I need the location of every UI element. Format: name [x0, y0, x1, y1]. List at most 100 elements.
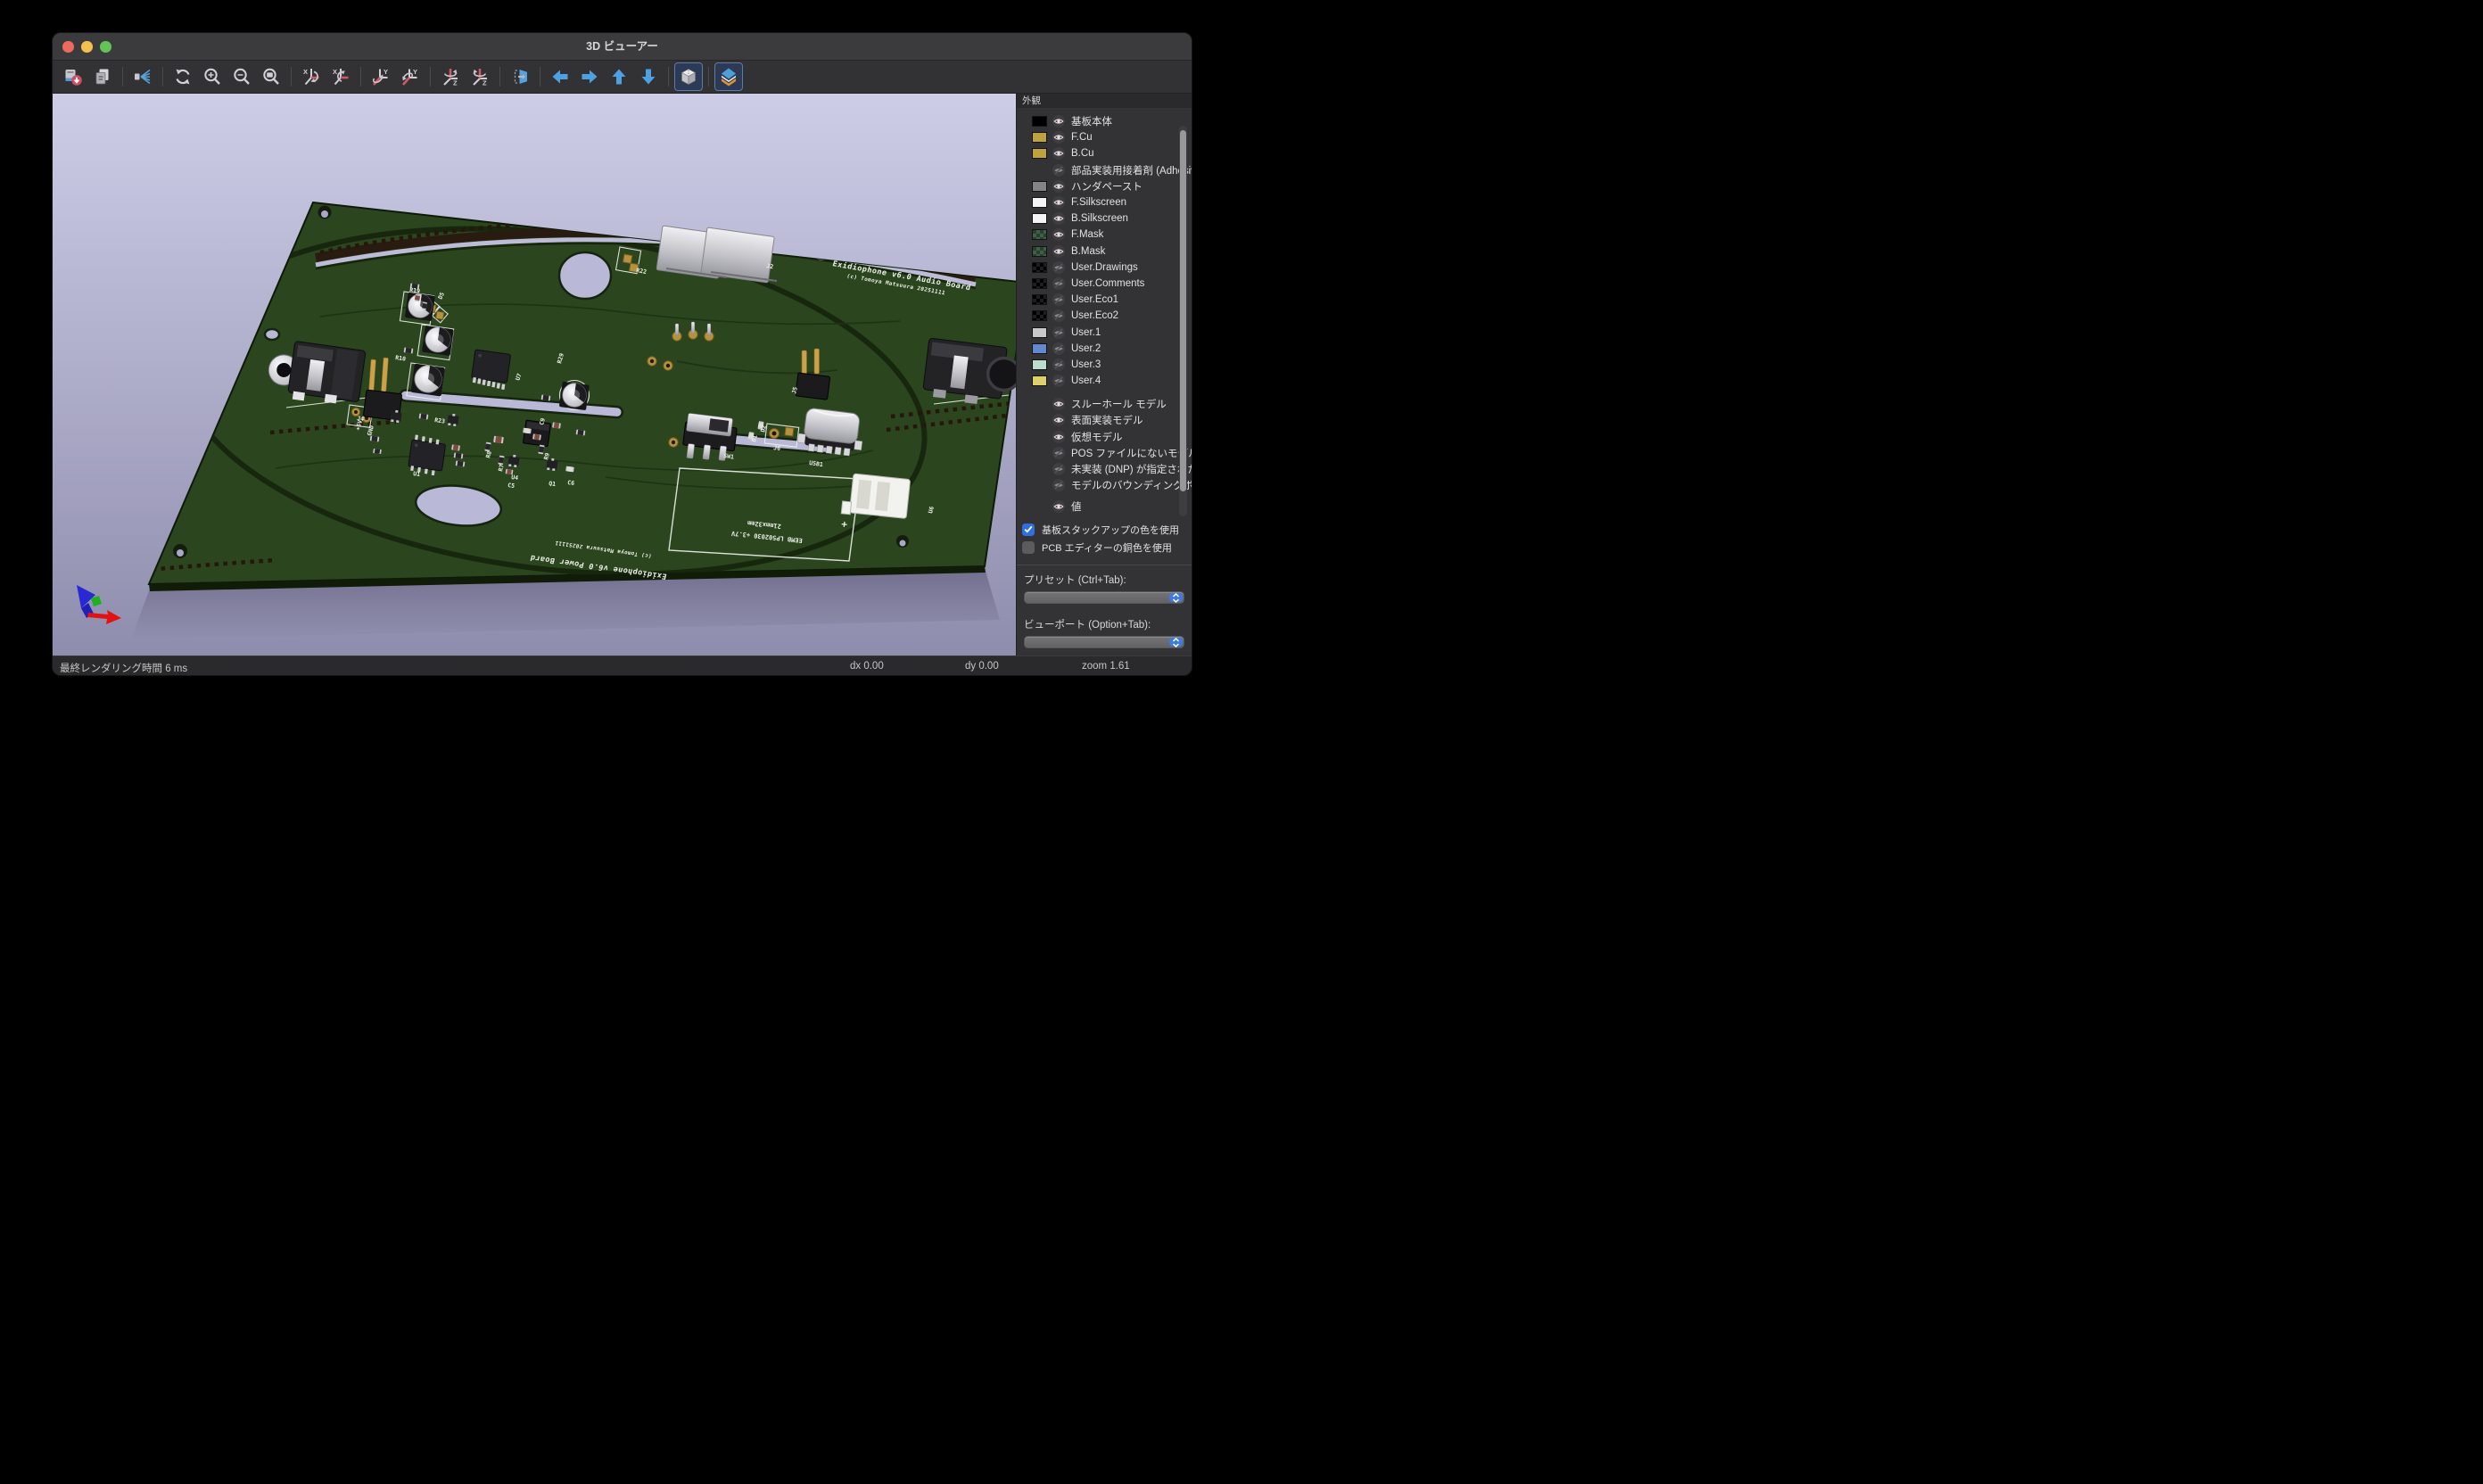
layer-row-B.Silkscreen[interactable]: B.Silkscreen: [1017, 210, 1192, 227]
visibility-on-eye-icon[interactable]: [1052, 228, 1065, 241]
refresh-view-button[interactable]: [169, 62, 197, 91]
visibility-off-eye-icon[interactable]: [1052, 359, 1065, 371]
scrollbar[interactable]: [1179, 126, 1187, 516]
layer-label: モデルのバウンディングボックス: [1071, 478, 1192, 492]
stepper-icon[interactable]: [1169, 593, 1183, 602]
stepper-icon[interactable]: [1169, 638, 1183, 647]
visibility-on-eye-icon[interactable]: [1052, 212, 1065, 225]
layer-color-swatch[interactable]: [1032, 310, 1047, 321]
layer-color-swatch[interactable]: [1032, 359, 1047, 370]
copy-image-button[interactable]: [88, 62, 117, 91]
layer-row-User.3[interactable]: User.3: [1017, 357, 1192, 373]
layer-row--Adhesive-[interactable]: 部品実装用接着剤 (Adhesive): [1017, 162, 1192, 178]
visibility-off-eye-icon[interactable]: [1052, 164, 1065, 177]
scrollbar-thumb[interactable]: [1180, 130, 1186, 491]
flip-board-button[interactable]: [506, 62, 534, 91]
visibility-off-eye-icon[interactable]: [1052, 375, 1065, 387]
visibility-on-eye-icon[interactable]: [1052, 115, 1065, 128]
use-stackup-colors-row[interactable]: 基板スタックアップの色を使用: [1017, 521, 1192, 539]
use-pcb-editor-copper-row[interactable]: PCB エディターの銅色を使用: [1017, 539, 1192, 556]
list-gap: [1017, 389, 1192, 396]
layer-color-swatch[interactable]: [1032, 148, 1047, 159]
visibility-on-eye-icon[interactable]: [1052, 131, 1065, 144]
zoom-out-button[interactable]: [227, 62, 256, 91]
layer-row-F.Silkscreen[interactable]: F.Silkscreen: [1017, 194, 1192, 210]
visibility-off-eye-icon[interactable]: [1052, 479, 1065, 491]
layer-color-swatch[interactable]: [1032, 294, 1047, 305]
model-row--DNP-[interactable]: 未実装 (DNP) が指定されたモデル: [1017, 461, 1192, 477]
3d-viewport-canvas[interactable]: Exidiophone v6.0 Audio Board (c) Tomoya …: [53, 94, 1017, 655]
visibility-off-eye-icon[interactable]: [1052, 463, 1065, 475]
model-row--[interactable]: 表面実装モデル: [1017, 412, 1192, 428]
layer-color-swatch[interactable]: [1032, 213, 1047, 224]
reload-board-button[interactable]: [59, 62, 87, 91]
layer-row-User.Drawings[interactable]: User.Drawings: [1017, 260, 1192, 276]
zoom-to-fit-button[interactable]: [257, 62, 285, 91]
visibility-on-eye-icon[interactable]: [1052, 414, 1065, 426]
preset-combobox[interactable]: [1024, 591, 1184, 604]
move-right-button[interactable]: [575, 62, 604, 91]
rotate-y-clockwise-button[interactable]: Y: [367, 62, 395, 91]
viewport-combobox[interactable]: [1024, 636, 1184, 648]
layer-row-User.Eco2[interactable]: User.Eco2: [1017, 308, 1192, 324]
model-row--[interactable]: 仮想モデル: [1017, 429, 1192, 445]
orthographic-projection-toggle[interactable]: [674, 62, 703, 91]
model-row-POS-[interactable]: POS ファイルにないモデル: [1017, 445, 1192, 461]
layer-color-swatch[interactable]: [1032, 181, 1047, 192]
svg-text:Z: Z: [483, 79, 487, 87]
raytracing-button[interactable]: [128, 62, 157, 91]
layer-row-B.Cu[interactable]: B.Cu: [1017, 145, 1192, 161]
layer-color-swatch[interactable]: [1032, 229, 1047, 240]
layer-row--[interactable]: ハンダペースト: [1017, 178, 1192, 194]
layer-row-User.Comments[interactable]: User.Comments: [1017, 276, 1192, 292]
visibility-off-eye-icon[interactable]: [1052, 447, 1065, 459]
rotate-z-clockwise-button[interactable]: Z: [436, 62, 465, 91]
layer-row-User.4[interactable]: User.4: [1017, 373, 1192, 389]
move-left-button[interactable]: [546, 62, 574, 91]
visibility-off-eye-icon[interactable]: [1052, 342, 1065, 355]
preset-label: プリセット (Ctrl+Tab):: [1017, 566, 1192, 590]
model-row--[interactable]: モデルのバウンディングボックス: [1017, 477, 1192, 493]
visibility-on-eye-icon[interactable]: [1052, 196, 1065, 209]
rotate-x-counterclockwise-button[interactable]: X: [326, 62, 355, 91]
layer-color-swatch[interactable]: [1032, 132, 1047, 143]
zoom-in-button[interactable]: [198, 62, 227, 91]
rotate-y-counterclockwise-button[interactable]: Y: [396, 62, 425, 91]
layer-row-User.2[interactable]: User.2: [1017, 341, 1192, 357]
layer-row-User.1[interactable]: User.1: [1017, 324, 1192, 340]
layer-color-swatch[interactable]: [1032, 116, 1047, 127]
model-row--[interactable]: スルーホール モデル: [1017, 396, 1192, 412]
visibility-off-eye-icon[interactable]: [1052, 309, 1065, 322]
visibility-off-eye-icon[interactable]: [1052, 277, 1065, 290]
layer-row-B.Mask[interactable]: B.Mask: [1017, 243, 1192, 260]
layer-row-User.Eco1[interactable]: User.Eco1: [1017, 292, 1192, 308]
layer-color-swatch[interactable]: [1032, 246, 1047, 257]
visibility-off-eye-icon[interactable]: [1052, 261, 1065, 274]
visibility-off-eye-icon[interactable]: [1052, 293, 1065, 306]
layer-row-F.Cu[interactable]: F.Cu: [1017, 129, 1192, 145]
rotate-z-counterclockwise-button[interactable]: Z: [466, 62, 494, 91]
layer-color-swatch[interactable]: [1032, 343, 1047, 354]
show-layers-toggle[interactable]: [714, 62, 743, 91]
checkbox-pcb-editor-copper[interactable]: [1022, 541, 1035, 554]
visibility-on-eye-icon[interactable]: [1052, 500, 1065, 513]
visibility-on-eye-icon[interactable]: [1052, 431, 1065, 443]
layer-row-F.Mask[interactable]: F.Mask: [1017, 227, 1192, 243]
visibility-on-eye-icon[interactable]: [1052, 147, 1065, 160]
move-down-button[interactable]: [634, 62, 663, 91]
visibility-on-eye-icon[interactable]: [1052, 180, 1065, 193]
move-up-button[interactable]: [605, 62, 633, 91]
checkbox-stackup-colors[interactable]: [1022, 524, 1035, 536]
layer-row--[interactable]: 基板本体: [1017, 113, 1192, 129]
titlebar[interactable]: 3D ビューアー: [53, 33, 1192, 61]
layer-color-swatch[interactable]: [1032, 327, 1047, 338]
visibility-on-eye-icon[interactable]: [1052, 398, 1065, 410]
model-row--[interactable]: 値: [1017, 499, 1192, 515]
visibility-on-eye-icon[interactable]: [1052, 245, 1065, 258]
layer-color-swatch[interactable]: [1032, 197, 1047, 208]
layer-color-swatch[interactable]: [1032, 262, 1047, 273]
layer-color-swatch[interactable]: [1032, 375, 1047, 386]
layer-color-swatch[interactable]: [1032, 278, 1047, 289]
visibility-off-eye-icon[interactable]: [1052, 326, 1065, 339]
rotate-x-clockwise-button[interactable]: X: [297, 62, 326, 91]
